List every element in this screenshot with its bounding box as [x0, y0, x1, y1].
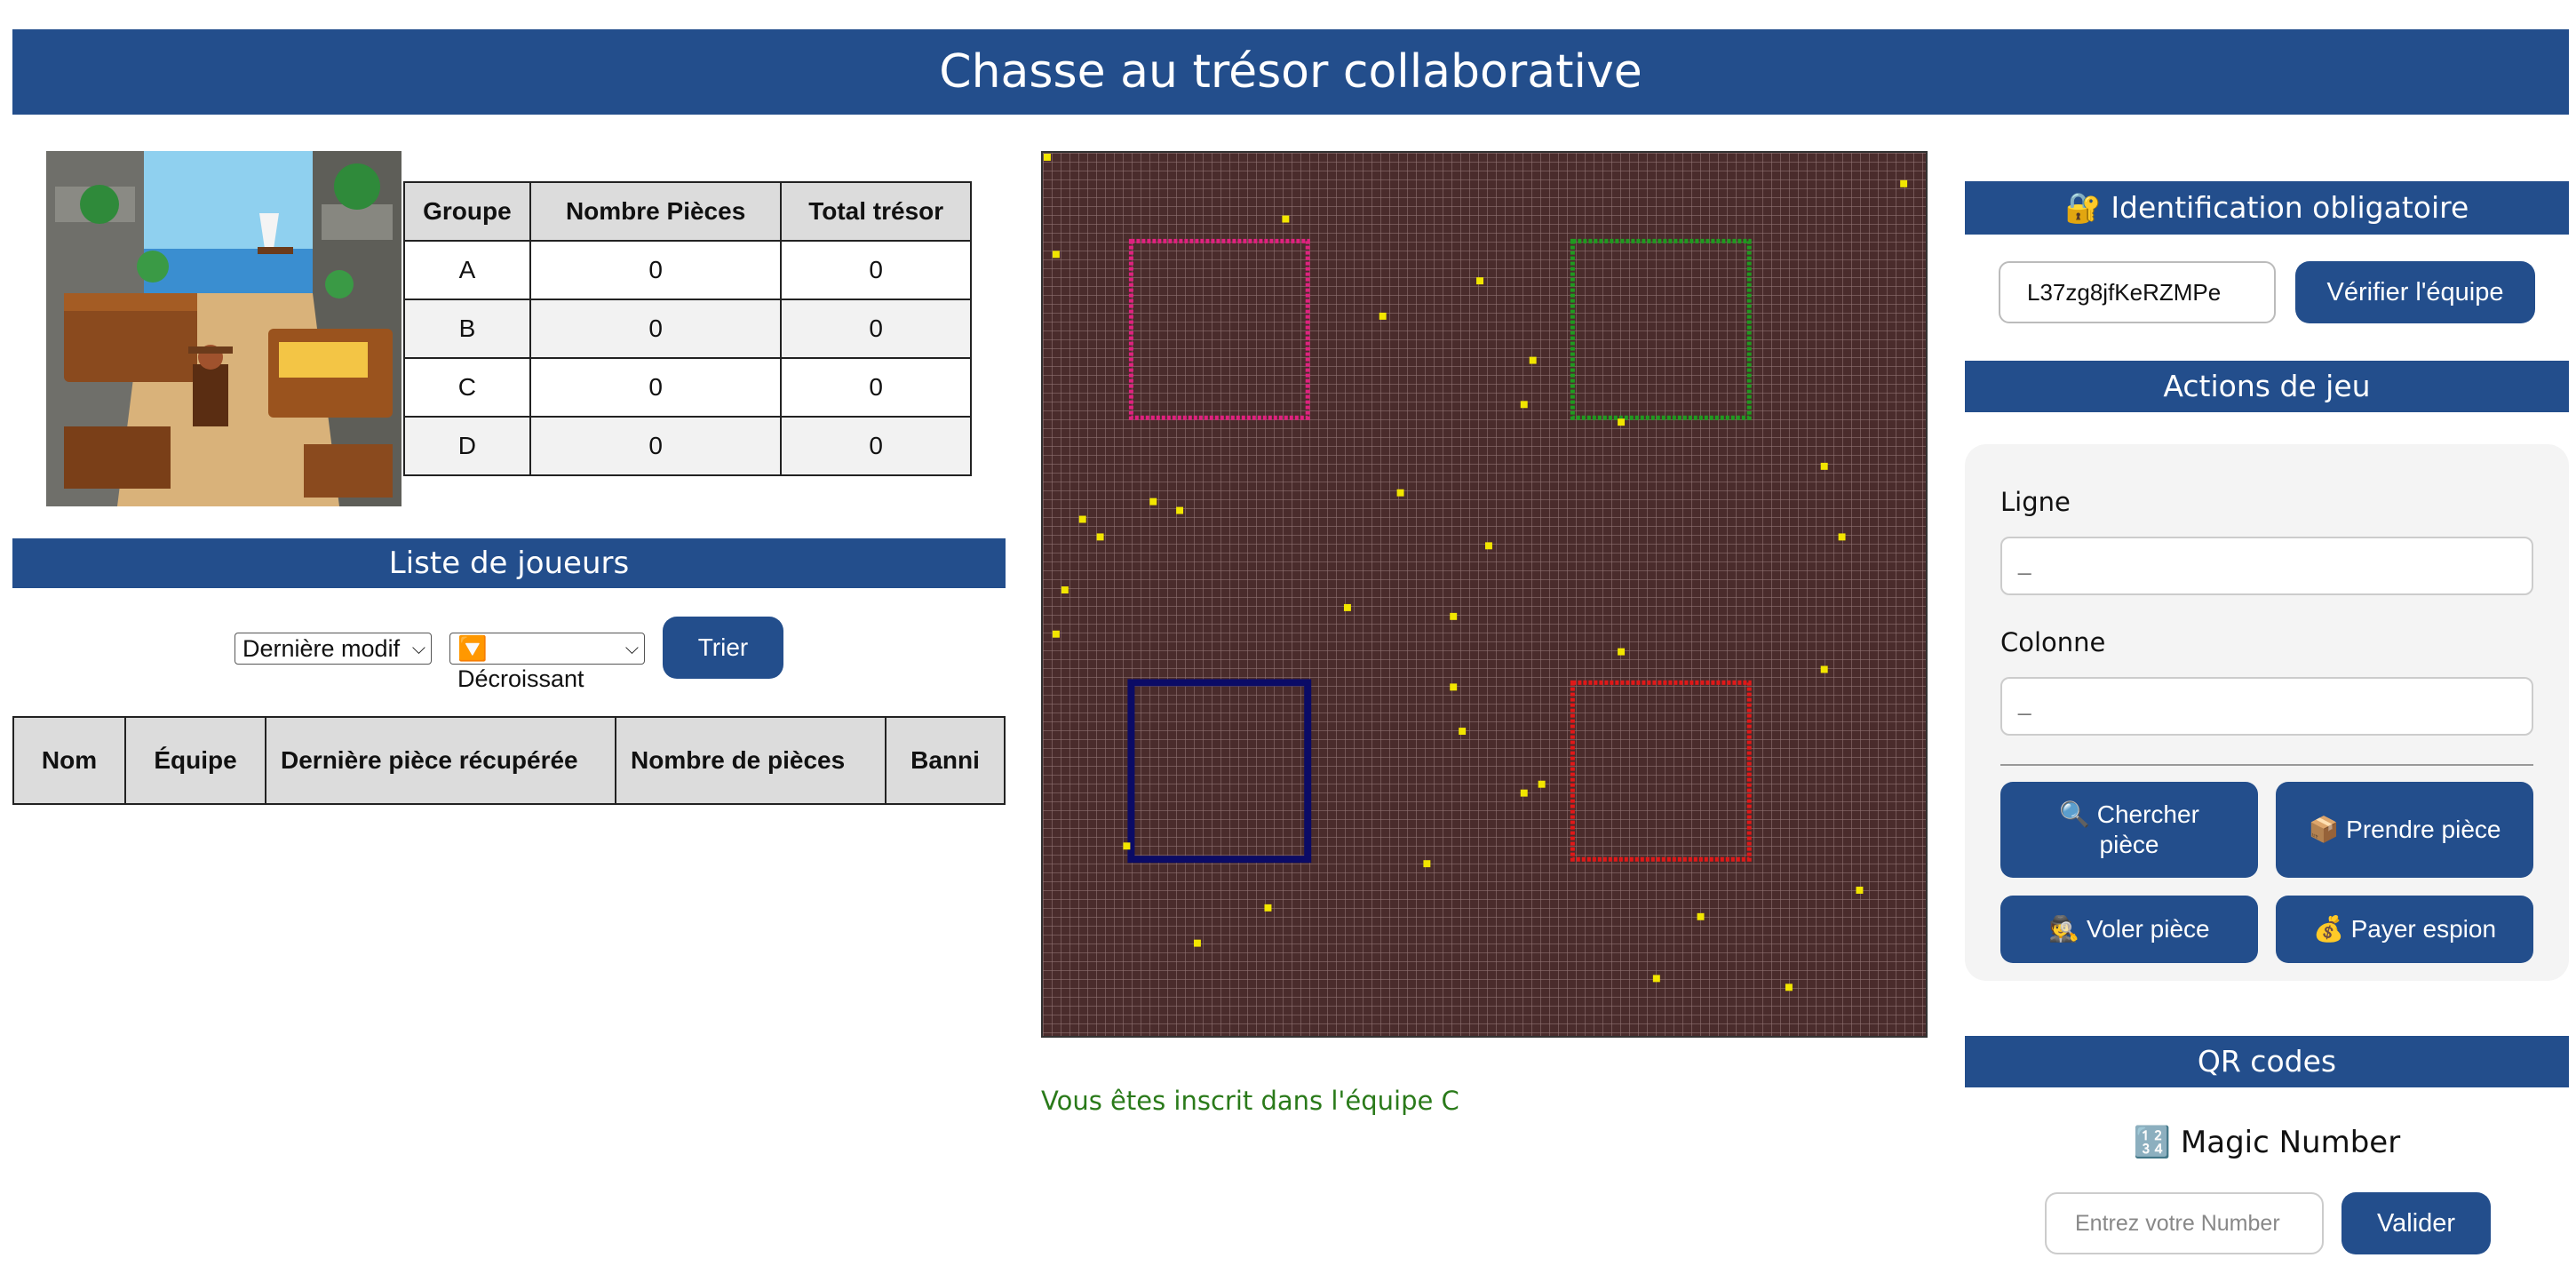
coin-marker: [1061, 586, 1069, 593]
validate-button[interactable]: Valider: [2341, 1192, 2491, 1254]
treasure-illustration: [46, 151, 402, 506]
coin-marker: [1529, 356, 1537, 364]
coin-marker: [1856, 887, 1864, 894]
table-row: D 0 0: [403, 416, 972, 476]
coin-marker: [1820, 462, 1828, 470]
page-title: Chasse au trésor collaborative: [12, 29, 2569, 115]
coin-marker: [1044, 154, 1051, 161]
coin-marker: [1838, 533, 1846, 541]
treasure-cell: 0: [780, 416, 972, 476]
coin-marker: [1379, 312, 1387, 320]
coin-marker: [1618, 648, 1626, 656]
coin-marker: [1193, 939, 1201, 947]
qr-codes-title: QR codes: [1965, 1036, 2569, 1087]
column-header[interactable]: Nom: [12, 716, 126, 805]
coins-cell: 0: [529, 357, 783, 418]
search-coin-button[interactable]: 🔍 Chercher pièce: [2000, 782, 2258, 878]
coin-marker: [1396, 489, 1404, 497]
coin-marker: [1343, 603, 1351, 611]
column-header[interactable]: Nombre de pièces: [615, 716, 886, 805]
coin-marker: [1538, 780, 1546, 788]
team-status-message: Vous êtes inscrit dans l'équipe C: [1041, 1086, 1459, 1116]
coin-marker: [1476, 277, 1483, 285]
coin-marker: [1096, 533, 1104, 541]
coin-marker: [1176, 506, 1184, 514]
team-zone-a: [1128, 238, 1310, 420]
coin-marker: [1652, 975, 1660, 983]
column-header: Total trésor: [780, 181, 972, 242]
coins-cell: 0: [529, 240, 783, 300]
column-header: Groupe: [403, 181, 531, 242]
chevron-down-icon: ⌵: [411, 639, 425, 658]
coin-marker: [1618, 418, 1626, 426]
group-cell: B: [403, 299, 531, 359]
row-input[interactable]: _: [2000, 537, 2533, 595]
coin-marker: [1423, 860, 1431, 868]
coin-marker: [1485, 542, 1492, 550]
magic-number-label: 🔢 Magic Number: [2133, 1125, 2401, 1160]
team-zone-d: [1570, 680, 1752, 862]
coin-marker: [1123, 842, 1131, 850]
coin-marker: [1450, 683, 1458, 691]
column-header[interactable]: Banni: [885, 716, 1006, 805]
divider: [2000, 764, 2533, 766]
row-label: Ligne: [2000, 487, 2071, 517]
sort-order-value: 🔽 Décroissant: [457, 635, 584, 692]
column-label: Colonne: [2000, 627, 2106, 657]
coin-marker: [1520, 401, 1528, 409]
team-code-input[interactable]: L37zg8jfKeRZMPe: [1999, 261, 2276, 323]
coins-cell: 0: [529, 416, 783, 476]
coin-marker: [1264, 904, 1272, 912]
map-overlay: [1044, 154, 1908, 991]
coin-marker: [1697, 912, 1705, 920]
sort-order-select[interactable]: 🔽 Décroissant ⌵: [449, 633, 645, 692]
players-table: Nom Équipe Dernière pièce récupérée Nomb…: [12, 716, 1006, 805]
group-cell: D: [403, 416, 531, 476]
column-header[interactable]: Équipe: [124, 716, 266, 805]
column-header[interactable]: Dernière pièce récupérée: [265, 716, 616, 805]
treasure-cell: 0: [780, 240, 972, 300]
coin-marker: [1282, 215, 1290, 223]
chevron-down-icon: ⌵: [624, 639, 639, 658]
team-zone-c: [1127, 679, 1312, 864]
table-row: C 0 0: [403, 357, 972, 418]
column-input[interactable]: _: [2000, 677, 2533, 736]
coin-marker: [1078, 515, 1086, 523]
table-row: B 0 0: [403, 299, 972, 359]
coins-cell: 0: [529, 299, 783, 359]
score-table: Groupe Nombre Pièces Total trésor A 0 0 …: [403, 181, 972, 476]
treasure-map-grid[interactable]: [1041, 151, 1928, 1038]
players-section-title: Liste de joueurs: [12, 538, 1006, 588]
pay-spy-button[interactable]: 💰 Payer espion: [2276, 896, 2533, 963]
coin-marker: [1052, 630, 1060, 638]
coin-marker: [1450, 612, 1458, 620]
sort-button[interactable]: Trier: [663, 617, 783, 679]
group-cell: A: [403, 240, 531, 300]
sort-field-select[interactable]: Dernière modif ⌵: [235, 633, 432, 665]
actions-title: Actions de jeu: [1965, 361, 2569, 412]
coin-marker: [1820, 665, 1828, 673]
coin-marker: [1900, 179, 1908, 187]
coin-marker: [1520, 789, 1528, 797]
team-zone-b: [1570, 238, 1752, 420]
table-row: A 0 0: [403, 240, 972, 300]
column-header: Nombre Pièces: [529, 181, 783, 242]
magic-number-input[interactable]: Entrez votre Number: [2045, 1192, 2324, 1254]
verify-team-button[interactable]: Vérifier l'équipe: [2295, 261, 2535, 323]
treasure-cell: 0: [780, 357, 972, 418]
sort-field-value: Dernière modif: [242, 635, 401, 662]
identification-title: 🔐 Identification obligatoire: [1965, 181, 2569, 235]
group-cell: C: [403, 357, 531, 418]
coin-marker: [1149, 498, 1157, 506]
treasure-cell: 0: [780, 299, 972, 359]
coin-marker: [1052, 251, 1060, 259]
steal-coin-button[interactable]: 🕵️ Voler pièce: [2000, 896, 2258, 963]
coin-marker: [1459, 728, 1467, 736]
take-coin-button[interactable]: 📦 Prendre pièce: [2276, 782, 2533, 878]
coin-marker: [1785, 983, 1793, 991]
